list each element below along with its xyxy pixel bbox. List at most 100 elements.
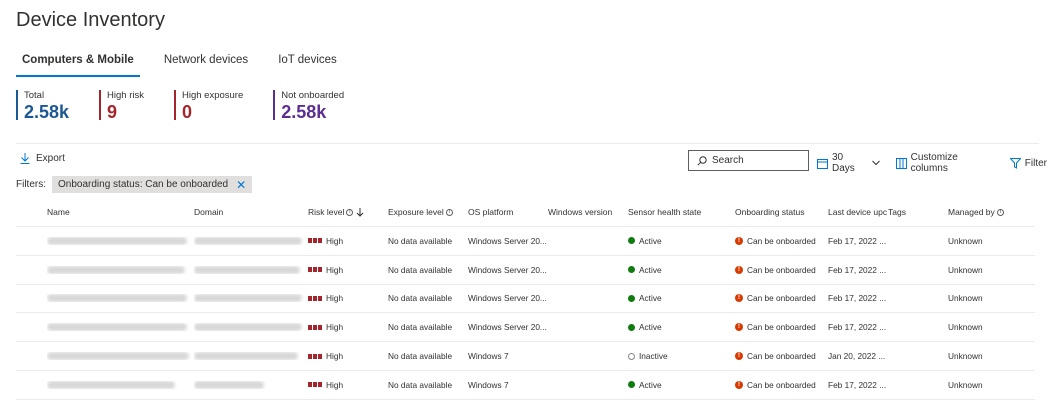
onboarding-value: Can be onboarded	[747, 293, 816, 304]
chevron-down-icon	[871, 160, 880, 166]
managed-by-cell: Unknown	[948, 351, 983, 362]
info-icon[interactable]: i	[346, 208, 354, 216]
table-row[interactable]: High No data available Windows Server 20…	[16, 285, 1035, 314]
device-name-cell[interactable]	[47, 236, 194, 245]
tab-network-devices[interactable]: Network devices	[158, 54, 254, 76]
export-button[interactable]: Export	[20, 153, 65, 164]
health-cell: Active	[628, 236, 735, 246]
sort-descending-icon[interactable]	[356, 207, 364, 217]
metric-high-exposure[interactable]: High exposure 0	[174, 90, 243, 122]
metric-label: Total	[24, 90, 45, 101]
metrics-summary: Total 2.58k High risk 9 High exposure 0 …	[16, 90, 374, 122]
domain-cell	[194, 380, 308, 389]
table-row[interactable]: High No data available Windows Server 20…	[16, 256, 1035, 285]
column-header-name[interactable]: Name	[47, 207, 194, 217]
device-name-cell[interactable]	[47, 265, 194, 274]
os-cell: Windows Server 20...	[468, 293, 547, 304]
column-header-risk-level[interactable]: Risk level i	[308, 207, 388, 217]
redacted-text	[47, 294, 187, 303]
device-name-cell[interactable]	[47, 294, 194, 303]
health-value: Active	[639, 322, 662, 333]
column-header-label: Managed by	[948, 207, 995, 217]
customize-columns-label: Customize columns	[910, 152, 958, 174]
health-value: Inactive	[639, 351, 668, 362]
last-update-cell: Feb 17, 2022 ...	[828, 264, 887, 275]
column-header-label: Risk level	[308, 207, 345, 217]
column-header-exposure-level[interactable]: Exposure level i	[388, 207, 468, 217]
metric-total[interactable]: Total 2.58k	[16, 90, 69, 122]
metric-high-risk[interactable]: High risk 9	[99, 90, 144, 122]
table-row[interactable]: High No data available Windows Server 20…	[16, 227, 1035, 256]
column-header-managed-by[interactable]: Managed by i	[948, 207, 1015, 217]
metric-not-onboarded[interactable]: Not onboarded 2.58k	[273, 90, 344, 122]
table-row[interactable]: High No data available Windows 7 Inactiv…	[16, 342, 1035, 371]
metric-label: High risk	[107, 90, 144, 101]
os-cell: Windows Server 20...	[468, 264, 547, 275]
device-name-cell[interactable]	[47, 323, 194, 332]
redacted-text	[194, 294, 302, 303]
exposure-cell: No data available	[388, 351, 453, 362]
tab-computers-mobile[interactable]: Computers & Mobile	[16, 54, 140, 77]
exposure-cell: No data available	[388, 379, 453, 390]
last-update-cell: Feb 17, 2022 ...	[828, 235, 887, 246]
os-cell: Windows 7	[468, 351, 509, 362]
risk-value: High	[326, 293, 344, 304]
warning-icon: !	[735, 380, 743, 389]
column-header-last-device-update[interactable]: Last device upc	[828, 207, 888, 217]
health-cell: Active	[628, 322, 735, 332]
filter-chip[interactable]: Onboarding status: Can be onboarded ✕	[52, 176, 253, 193]
risk-cell: High	[308, 322, 388, 332]
health-cell: Active	[628, 380, 735, 390]
warning-icon: !	[735, 294, 743, 303]
status-dot-icon	[628, 323, 635, 331]
device-name-cell[interactable]	[47, 352, 194, 361]
customize-columns-button[interactable]: Customize columns	[895, 152, 998, 174]
column-header-onboarding-status[interactable]: Onboarding status	[735, 207, 828, 217]
redacted-text	[194, 323, 302, 332]
health-cell: Active	[628, 293, 735, 303]
download-icon	[20, 153, 30, 164]
onboarding-value: Can be onboarded	[747, 264, 816, 275]
tab-bar: Computers & Mobile Network devices IoT d…	[16, 54, 361, 77]
column-header-domain[interactable]: Domain	[194, 207, 308, 217]
domain-cell	[194, 294, 308, 303]
redacted-text	[194, 265, 300, 274]
severity-icon	[308, 295, 323, 301]
info-icon[interactable]: i	[445, 208, 453, 216]
exposure-cell: No data available	[388, 293, 453, 304]
onboarding-value: Can be onboarded	[747, 235, 816, 246]
table-row[interactable]: High No data available Windows Server 20…	[16, 313, 1035, 343]
health-value: Active	[639, 379, 662, 390]
domain-cell	[194, 323, 308, 332]
redacted-text	[194, 352, 298, 361]
managed-by-cell: Unknown	[948, 379, 983, 390]
redacted-text	[194, 380, 264, 389]
tab-iot-devices[interactable]: IoT devices	[272, 54, 343, 76]
calendar-icon	[817, 158, 828, 169]
onboarding-cell: ! Can be onboarded	[735, 265, 828, 275]
filters-label: Filters:	[16, 179, 46, 190]
column-header-tags[interactable]: Tags	[888, 207, 948, 217]
status-dot-icon	[628, 294, 635, 302]
time-range-dropdown[interactable]: 30 Days	[817, 152, 884, 174]
page-title: Device Inventory	[16, 9, 165, 31]
divider	[16, 143, 1039, 144]
metric-value: 9	[107, 102, 118, 122]
filter-button[interactable]: Filter	[1009, 157, 1047, 169]
device-name-cell[interactable]	[47, 380, 194, 389]
column-header-sensor-health[interactable]: Sensor health state	[628, 207, 735, 217]
column-header-os-platform[interactable]: OS platform	[468, 207, 548, 217]
health-value: Active	[639, 293, 662, 304]
exposure-cell: No data available	[388, 322, 453, 333]
column-header-windows-version[interactable]: Windows version	[548, 207, 628, 217]
redacted-text	[47, 323, 187, 332]
last-update-cell: Feb 17, 2022 ...	[828, 322, 887, 333]
info-icon[interactable]: i	[996, 208, 1004, 216]
severity-icon	[308, 267, 323, 273]
redacted-text	[47, 236, 187, 245]
redacted-text	[194, 236, 302, 245]
filter-label: Filter	[1024, 157, 1047, 169]
table-row[interactable]: High No data available Windows 7 Active …	[16, 371, 1035, 400]
search-input[interactable]: Search	[688, 150, 809, 171]
close-icon[interactable]: ✕	[236, 179, 246, 191]
